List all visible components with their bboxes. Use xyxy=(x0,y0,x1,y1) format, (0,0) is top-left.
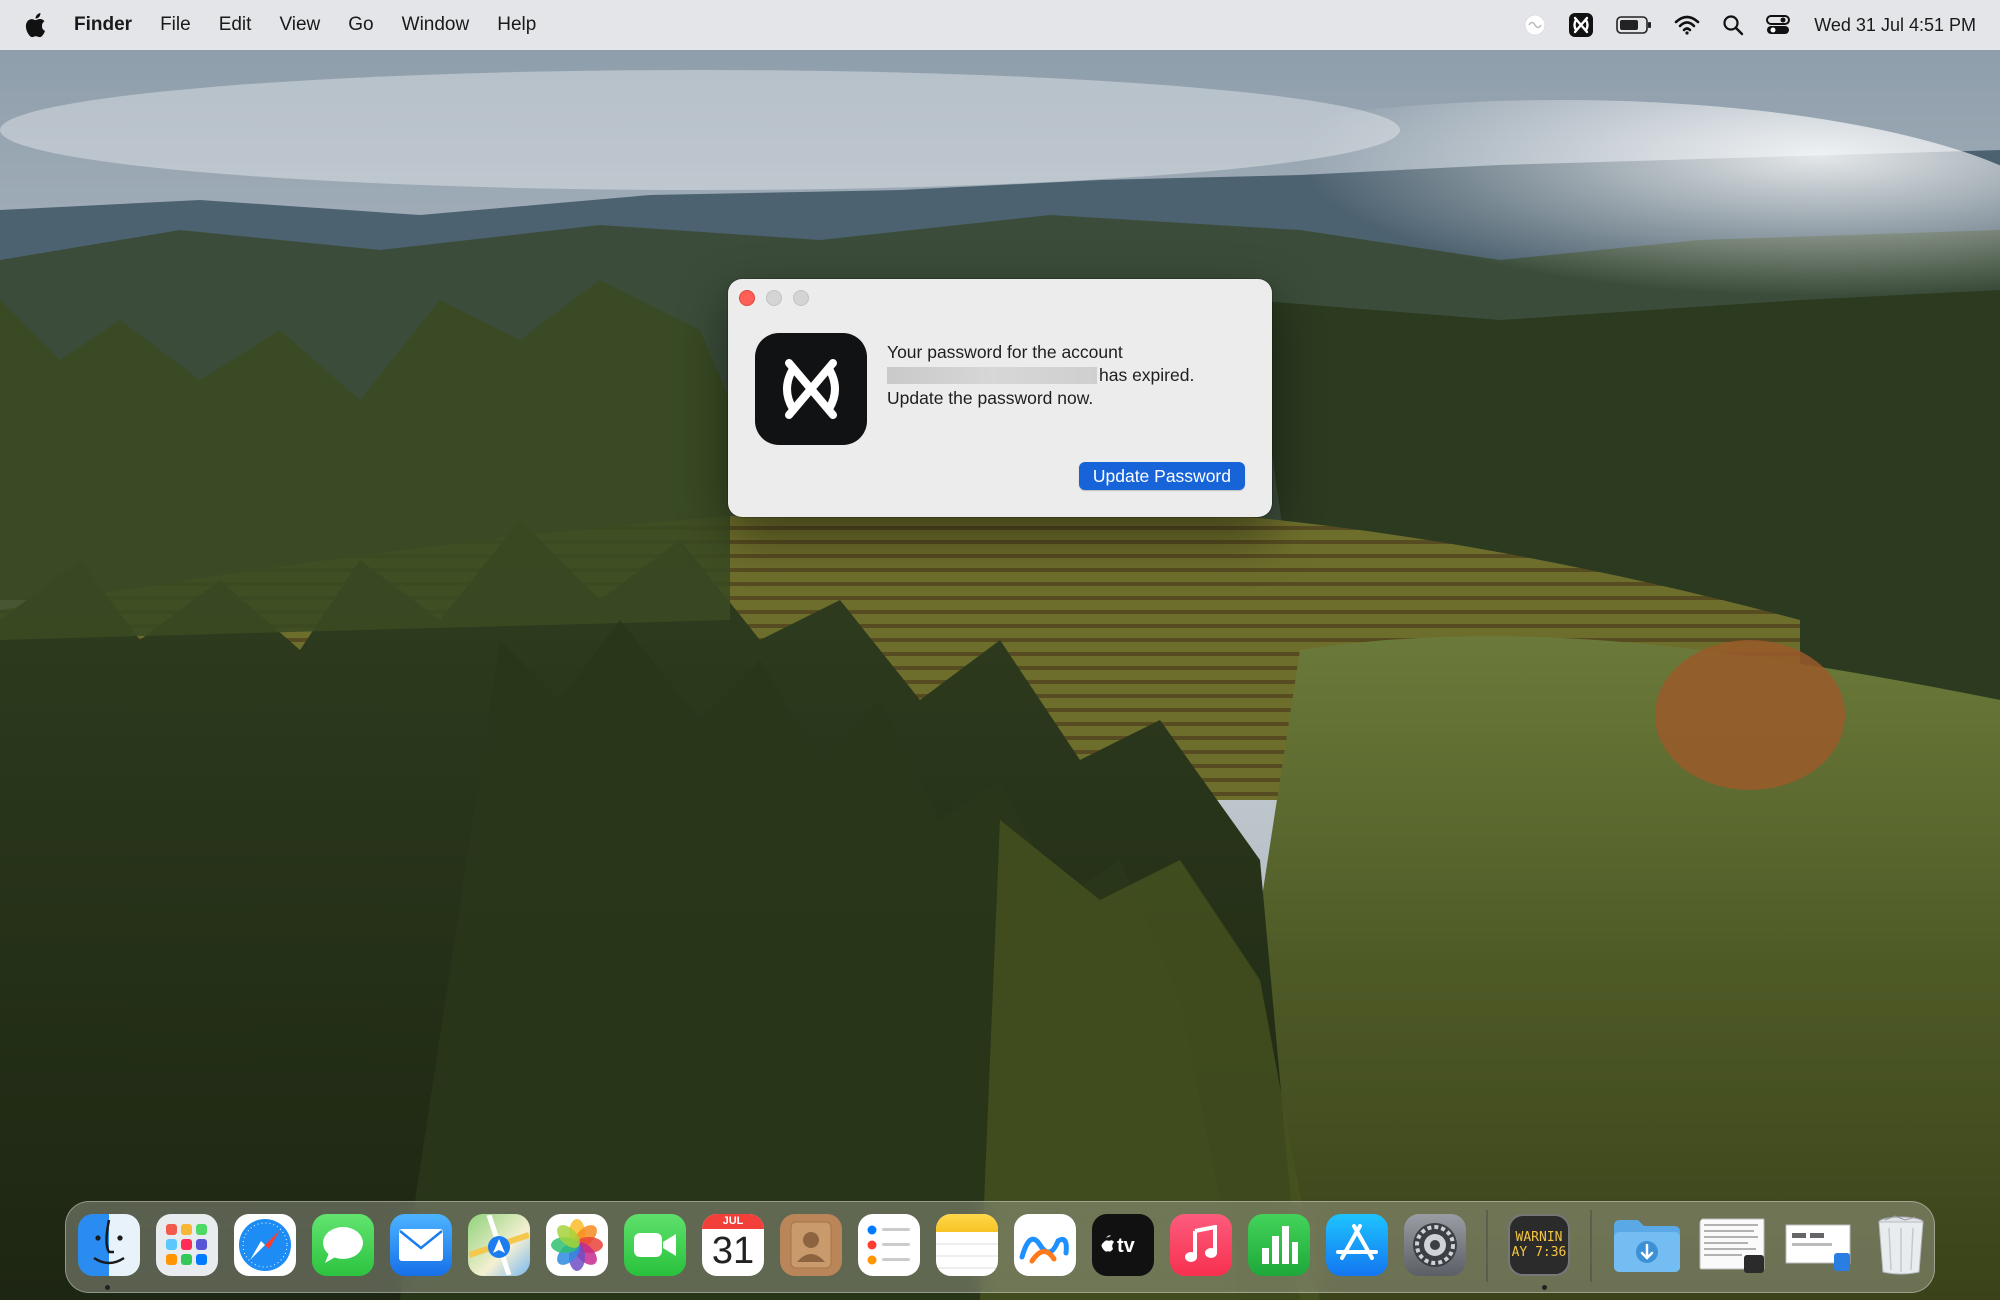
menu-edit[interactable]: Edit xyxy=(219,14,252,36)
message-line-1: Your password for the account xyxy=(887,342,1123,362)
dock-facetime-icon[interactable] xyxy=(624,1214,686,1276)
dock-recent-window-icon[interactable] xyxy=(1784,1214,1854,1276)
calendar-month: JUL xyxy=(702,1214,764,1229)
menu-help[interactable]: Help xyxy=(497,14,536,36)
console-running-indicator xyxy=(1542,1285,1547,1290)
dock-downloads-folder-icon[interactable] xyxy=(1612,1214,1682,1276)
dock-finder-icon[interactable] xyxy=(78,1214,140,1276)
calendar-day: 31 xyxy=(711,1230,755,1272)
redacted-account-name xyxy=(887,367,1097,384)
password-expired-dialog: Your password for the account has expire… xyxy=(728,279,1272,517)
battery-icon[interactable] xyxy=(1616,10,1652,40)
dock: JUL 31 tv WARNIN AY 7:36 xyxy=(65,1201,1935,1293)
message-line-2-suffix: has expired. xyxy=(1099,365,1195,385)
minimize-button xyxy=(766,290,782,306)
dock-music-icon[interactable] xyxy=(1170,1214,1232,1276)
dock-tv-icon[interactable]: tv xyxy=(1092,1214,1154,1276)
app-logo-icon xyxy=(755,333,867,445)
dock-contacts-icon[interactable] xyxy=(780,1214,842,1276)
dock-reminders-icon[interactable] xyxy=(858,1214,920,1276)
menu-view[interactable]: View xyxy=(279,14,320,36)
dock-mail-icon[interactable] xyxy=(390,1214,452,1276)
apple-menu-icon[interactable] xyxy=(24,11,48,39)
dock-app-store-icon[interactable] xyxy=(1326,1214,1388,1276)
dock-separator xyxy=(1590,1210,1592,1282)
console-text-2: AY 7:36 xyxy=(1511,1245,1567,1260)
dock-separator xyxy=(1486,1210,1488,1282)
dock-freeform-icon[interactable] xyxy=(1014,1214,1076,1276)
message-line-2: has expired. xyxy=(887,364,1247,387)
siri-icon[interactable] xyxy=(1524,10,1546,40)
svg-text:tv: tv xyxy=(1117,1235,1136,1257)
dock-photos-icon[interactable] xyxy=(546,1214,608,1276)
message-line-3: Update the password now. xyxy=(887,388,1094,408)
menu-finder[interactable]: Finder xyxy=(74,14,132,36)
dock-numbers-icon[interactable] xyxy=(1248,1214,1310,1276)
dock-trash-icon[interactable] xyxy=(1870,1214,1932,1276)
dock-maps-icon[interactable] xyxy=(468,1214,530,1276)
desktop-wallpaper xyxy=(0,0,2000,1300)
dialog-message: Your password for the account has expire… xyxy=(887,341,1247,410)
dock-system-settings-icon[interactable] xyxy=(1404,1214,1466,1276)
update-password-button[interactable]: Update Password xyxy=(1078,462,1245,490)
dock-notes-icon[interactable] xyxy=(936,1214,998,1276)
menu-file[interactable]: File xyxy=(160,14,191,36)
dock-calendar-icon[interactable]: JUL 31 xyxy=(702,1214,764,1276)
control-center-icon[interactable] xyxy=(1766,10,1791,40)
app-status-icon[interactable] xyxy=(1568,10,1594,40)
window-controls xyxy=(739,290,809,306)
close-button[interactable] xyxy=(739,290,755,306)
zoom-button xyxy=(793,290,809,306)
menu-bar-clock[interactable]: Wed 31 Jul 4:51 PM xyxy=(1814,15,1976,36)
spotlight-search-icon[interactable] xyxy=(1722,10,1744,40)
menu-window[interactable]: Window xyxy=(402,14,470,36)
finder-running-indicator xyxy=(105,1285,110,1290)
dock-safari-icon[interactable] xyxy=(234,1214,296,1276)
wifi-icon[interactable] xyxy=(1674,10,1700,40)
menu-go[interactable]: Go xyxy=(348,14,373,36)
dock-recent-document-icon[interactable] xyxy=(1698,1214,1768,1276)
menu-bar: Finder File Edit View Go Window Help Wed… xyxy=(0,0,2000,50)
console-text-1: WARNIN xyxy=(1515,1230,1563,1245)
dock-messages-icon[interactable] xyxy=(312,1214,374,1276)
dock-launchpad-icon[interactable] xyxy=(156,1214,218,1276)
dock-console-icon[interactable]: WARNIN AY 7:36 xyxy=(1508,1214,1570,1276)
